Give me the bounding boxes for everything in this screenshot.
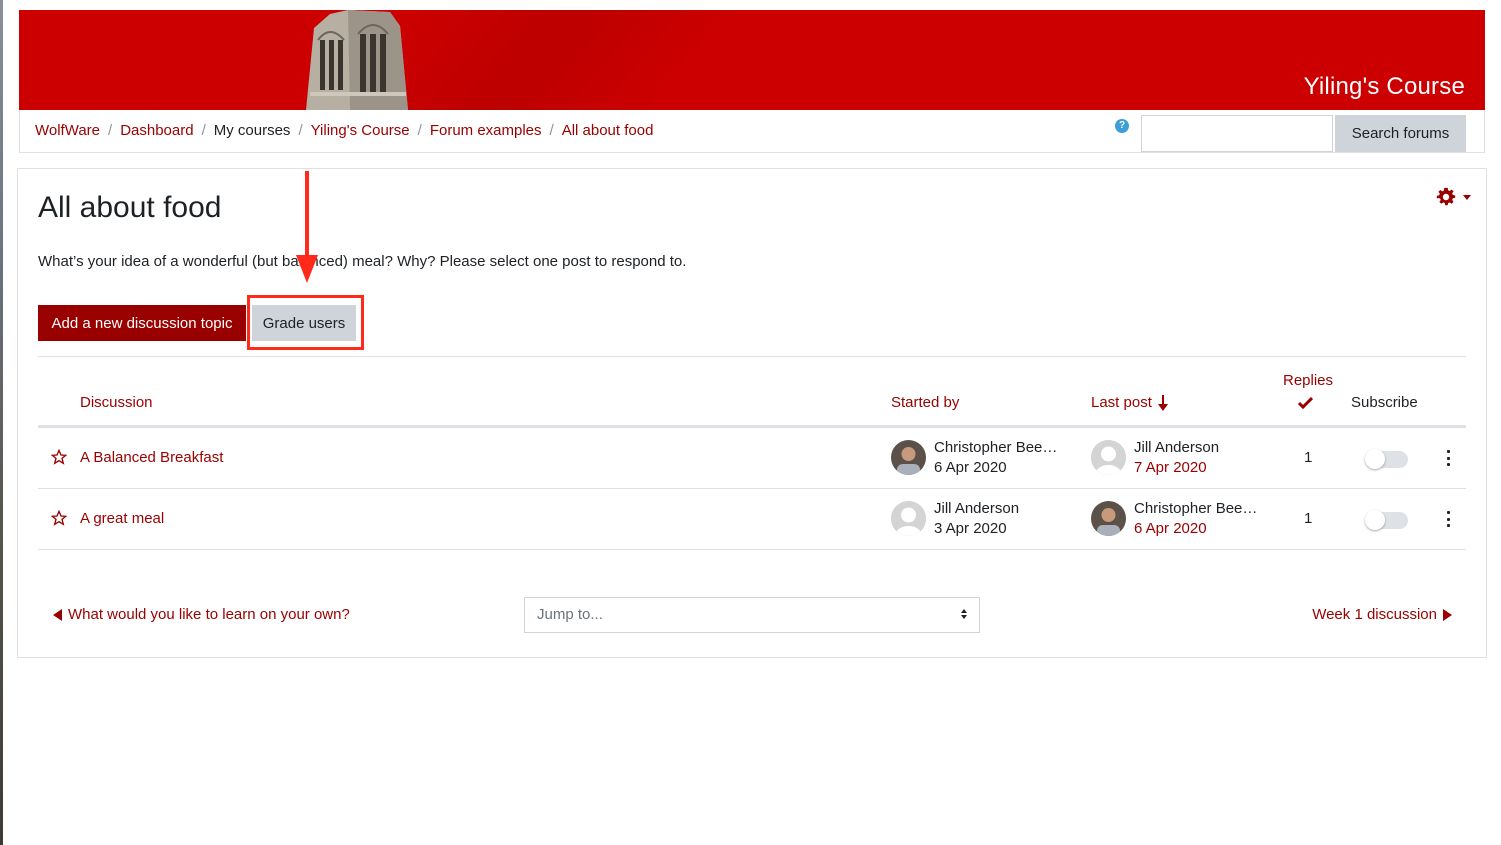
subscribe-toggle[interactable] [1365, 510, 1408, 530]
last-post-date[interactable]: 6 Apr 2020 [1134, 520, 1207, 537]
breadcrumb-bar: WolfWare / Dashboard / My courses / Yili… [19, 110, 1485, 153]
breadcrumb-my-courses: My courses [213, 122, 291, 139]
breadcrumb-separator: / [201, 122, 206, 139]
caret-right-icon [1443, 608, 1452, 621]
column-header-replies[interactable]: Replies [1283, 372, 1333, 389]
avatar[interactable] [891, 501, 926, 536]
breadcrumb-all-about-food[interactable]: All about food [562, 122, 654, 139]
last-post-date[interactable]: 7 Apr 2020 [1134, 459, 1207, 476]
star-icon[interactable] [51, 510, 67, 526]
course-title: Yiling's Course [1303, 73, 1465, 100]
search-forums-button[interactable]: Search forums [1335, 115, 1466, 152]
more-options-icon[interactable] [1445, 511, 1451, 527]
breadcrumb-wolfware[interactable]: WolfWare [35, 122, 100, 139]
toggle-knob [1365, 510, 1385, 530]
belltower-image [306, 10, 408, 110]
jump-to-select[interactable]: Jump to... [524, 597, 980, 633]
starter-name[interactable]: Jill Anderson [934, 500, 1019, 517]
forum-intro: What’s your idea of a wonderful (but bal… [38, 253, 687, 270]
starter-name[interactable]: Christopher Bee… [934, 439, 1057, 456]
gear-icon [1436, 187, 1456, 206]
starter-date: 3 Apr 2020 [934, 520, 1007, 537]
grade-users-button[interactable]: Grade users [252, 305, 356, 341]
replies-count[interactable]: 1 [1304, 510, 1312, 527]
caret-left-icon [53, 608, 62, 621]
toggle-knob [1365, 449, 1385, 469]
column-header-discussion[interactable]: Discussion [80, 394, 153, 411]
starter-date: 6 Apr 2020 [934, 459, 1007, 476]
divider [38, 356, 1466, 357]
question-circle-icon[interactable]: ? [1115, 119, 1129, 133]
more-options-icon[interactable] [1445, 450, 1451, 466]
breadcrumb-separator: / [108, 122, 113, 139]
replies-count[interactable]: 1 [1304, 449, 1312, 466]
settings-menu[interactable] [1435, 186, 1471, 208]
avatar[interactable] [891, 440, 926, 475]
breadcrumb-separator: / [549, 122, 554, 139]
arrow-down-icon [1157, 394, 1168, 411]
breadcrumb-separator: / [417, 122, 422, 139]
course-header-banner: Yiling's Course [19, 10, 1485, 110]
jump-to-value: Jump to... [537, 606, 603, 623]
breadcrumb-separator: / [298, 122, 303, 139]
banner-sheen [121, 10, 917, 110]
table-row: A Balanced Breakfast Christopher Bee… 6 … [38, 428, 1466, 489]
add-discussion-button[interactable]: Add a new discussion topic [38, 305, 246, 341]
previous-activity-label: What would you like to learn on your own… [68, 606, 350, 623]
table-row: A great meal Jill Anderson 3 Apr 2020 Ch… [38, 489, 1466, 550]
column-header-subscribe: Subscribe [1351, 394, 1418, 411]
previous-activity-link[interactable]: What would you like to learn on your own… [53, 606, 350, 623]
search-forums-input[interactable] [1141, 115, 1333, 152]
column-header-last-post[interactable]: Last post [1091, 394, 1168, 411]
breadcrumb-dashboard[interactable]: Dashboard [120, 122, 193, 139]
breadcrumb-course[interactable]: Yiling's Course [311, 122, 410, 139]
last-post-author[interactable]: Christopher Bee… [1134, 500, 1257, 517]
breadcrumb-forum-examples[interactable]: Forum examples [430, 122, 542, 139]
next-activity-label: Week 1 discussion [1312, 606, 1437, 623]
next-activity-link[interactable]: Week 1 discussion [1312, 606, 1452, 623]
page-title: All about food [38, 191, 222, 224]
check-icon [1298, 396, 1313, 409]
desktop-background-edge [0, 0, 3, 845]
star-icon[interactable] [51, 449, 67, 465]
discussion-link[interactable]: A great meal [80, 510, 164, 527]
avatar[interactable] [1091, 501, 1126, 536]
last-post-author[interactable]: Jill Anderson [1134, 439, 1219, 456]
forum-card: All about food What’s your idea of a won… [17, 168, 1487, 658]
subscribe-toggle[interactable] [1365, 449, 1408, 469]
column-header-started-by[interactable]: Started by [891, 394, 959, 411]
breadcrumb: WolfWare / Dashboard / My courses / Yili… [35, 122, 653, 139]
discussion-link[interactable]: A Balanced Breakfast [80, 449, 223, 466]
select-arrows-icon [961, 609, 967, 619]
last-post-label: Last post [1091, 394, 1152, 411]
chevron-down-icon [1463, 194, 1471, 200]
avatar[interactable] [1091, 440, 1126, 475]
